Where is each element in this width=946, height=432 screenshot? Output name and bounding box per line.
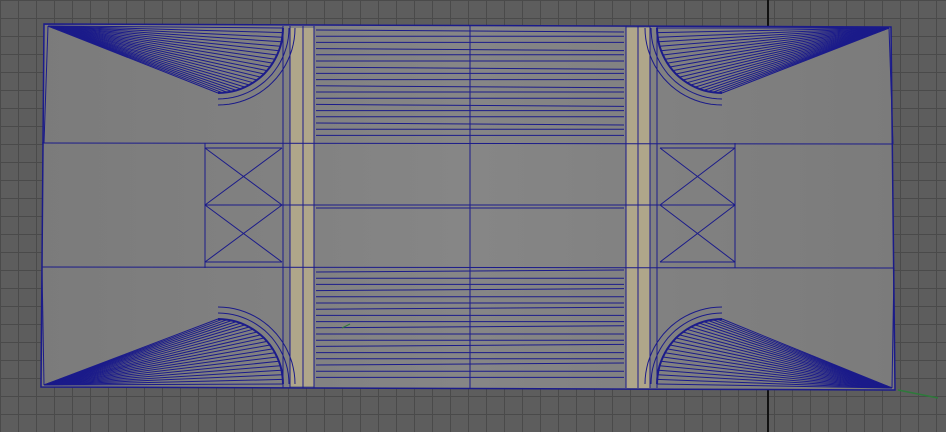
crosswalk-left [290,28,314,386]
3d-viewport[interactable] [0,0,946,432]
scene-canvas[interactable] [0,0,946,432]
mesh-surface[interactable] [41,24,895,390]
pivot-axis-x [897,389,939,399]
